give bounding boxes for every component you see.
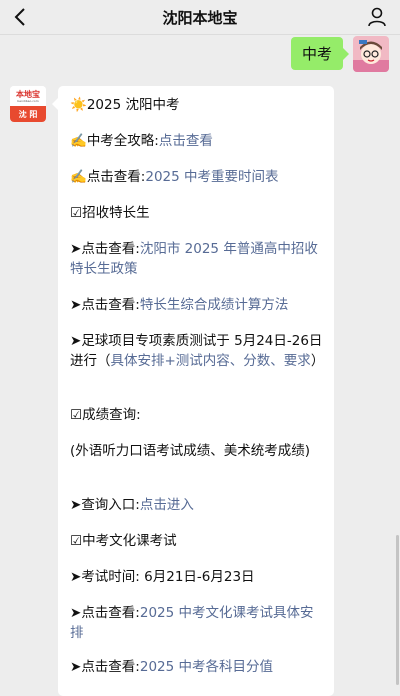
scrollbar[interactable]	[396, 535, 399, 685]
user-message-bubble[interactable]: 中考	[291, 37, 349, 70]
bot-avatar[interactable]: 本地宝 bendibao.com 沈 阳	[10, 86, 46, 122]
cartoon-avatar-image	[353, 36, 389, 72]
person-icon	[368, 7, 386, 27]
message-line-exam-arrangement: ➤点击查看:2025 中考文化课考试具体安排	[70, 605, 314, 641]
page-title: 沈阳本地宝	[162, 9, 238, 27]
message-line-football-test: ➤足球项目专项素质测试于 5月24日-26日进行（具体安排+测试内容、分数、要求…	[70, 333, 325, 369]
checkbox-icon: ☑	[70, 533, 83, 549]
avatar-brand-text: 本地宝	[16, 89, 40, 99]
query-entry-link[interactable]: 点击进入	[140, 497, 194, 513]
user-avatar[interactable]	[353, 36, 389, 72]
writing-hand-icon: ✍️	[70, 169, 87, 185]
top-bar: 沈阳本地宝	[0, 0, 400, 35]
arrowhead-icon: ➤	[70, 241, 82, 257]
sun-icon: ☀️	[70, 97, 87, 113]
arrowhead-icon: ➤	[70, 569, 82, 585]
subject-scores-link[interactable]: 2025 中考各科目分值	[140, 659, 273, 675]
checkbox-icon: ☑	[70, 205, 83, 221]
message-line-exam-heading: ☑中考文化课考试	[70, 533, 177, 549]
message-line-specialty-heading: ☑招收特长生	[70, 205, 150, 221]
message-line-title: ☀️2025 沈阳中考	[70, 97, 180, 113]
message-line-score-method: ➤点击查看:特长生综合成绩计算方法	[70, 297, 289, 313]
arrowhead-icon: ➤	[70, 497, 82, 513]
avatar-city-text: 沈 阳	[10, 106, 46, 122]
football-test-link[interactable]: 具体安排+测试内容、分数、要求	[111, 353, 311, 369]
profile-button[interactable]	[364, 4, 390, 30]
arrowhead-icon: ➤	[70, 333, 82, 349]
message-line-subject-scores: ➤点击查看:2025 中考各科目分值	[70, 659, 274, 675]
arrowhead-icon: ➤	[70, 297, 82, 313]
score-method-link[interactable]: 特长生综合成绩计算方法	[140, 297, 289, 313]
message-line-timeline: ✍️点击查看:2025 中考重要时间表	[70, 169, 279, 185]
avatar-url-text: bendibao.com	[17, 98, 39, 103]
message-line-query-entry: ➤查询入口:点击进入	[70, 497, 194, 513]
message-line-guide: ✍️中考全攻略:点击查看	[70, 133, 213, 149]
writing-hand-icon: ✍️	[70, 133, 87, 149]
message-line-results-note: (外语听力口语考试成绩、美术统考成绩)	[70, 443, 311, 459]
user-message-text: 中考	[301, 45, 332, 63]
arrowhead-icon: ➤	[70, 659, 82, 675]
guide-link[interactable]: 点击查看	[159, 133, 213, 149]
message-line-exam-time: ➤考试时间: 6月21日-6月23日	[70, 569, 255, 585]
message-line-specialty-policy: ➤点击查看:沈阳市 2025 年普通高中招收特长生政策	[70, 241, 318, 277]
checkbox-icon: ☑	[70, 407, 83, 423]
bot-message-bubble: ☀️2025 沈阳中考 ✍️中考全攻略:点击查看 ✍️点击查看:2025 中考重…	[52, 86, 334, 696]
message-line-results-heading: ☑成绩查询:	[70, 407, 141, 423]
timeline-link[interactable]: 2025 中考重要时间表	[145, 169, 278, 185]
arrowhead-icon: ➤	[70, 605, 82, 621]
